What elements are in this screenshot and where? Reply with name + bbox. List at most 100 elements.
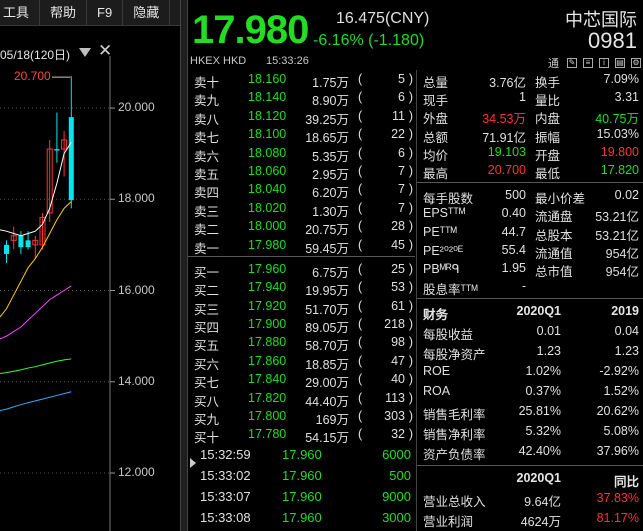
- market-currency: HKEX HKD: [190, 55, 247, 67]
- finance-header-col: 同比: [613, 475, 639, 490]
- book-order-count: 7: [398, 182, 405, 197]
- y-tick-label: 16.000: [118, 282, 155, 297]
- settings-icon[interactable]: ⚙: [631, 58, 641, 68]
- paren-close: ): [408, 261, 413, 276]
- finance-row: 每股收益 0.01 0.04: [417, 322, 643, 342]
- bid-row[interactable]: 买五 17.880 58.70万(98): [188, 333, 415, 353]
- close-icon[interactable]: ✕: [98, 42, 112, 59]
- last-price: 17.980: [192, 8, 309, 52]
- stat-value: 19.800: [600, 144, 639, 159]
- stat-value: 1: [519, 90, 526, 105]
- book-price: 17.840: [248, 372, 287, 387]
- menu-help[interactable]: 帮助: [40, 0, 88, 26]
- book-price: 18.140: [248, 90, 287, 105]
- finance-label: 每股净资产: [423, 348, 486, 363]
- bid-row[interactable]: 买二 17.940 19.95万(53): [188, 278, 415, 298]
- tick-row[interactable]: 15:33:08 17.960 3000: [188, 507, 415, 528]
- finance-row: 营业利润 4624万 81.17%: [417, 509, 643, 529]
- paren-close: ): [408, 108, 413, 123]
- ask-row[interactable]: 卖十 18.160 1.75万(5): [188, 70, 415, 90]
- book-price: 17.980: [248, 237, 287, 252]
- book-price: 17.900: [248, 317, 287, 332]
- paren-close: ): [408, 317, 413, 332]
- stat-value: 0.40: [501, 206, 526, 221]
- book-order-count: 98: [391, 335, 405, 350]
- book-order-count: 6: [398, 145, 405, 160]
- finance-value: 1.23: [536, 344, 561, 359]
- list-icon[interactable]: ≡: [583, 58, 593, 68]
- tick-row[interactable]: 15:32:59 17.960 6000: [188, 444, 415, 465]
- bid-row[interactable]: 买四 17.900 89.05万(218): [188, 315, 415, 335]
- paren-open: (: [358, 372, 363, 387]
- paren-open: (: [358, 127, 363, 142]
- paren-open: (: [358, 237, 363, 252]
- tick-row[interactable]: 15:33:07 17.960 9000: [188, 486, 415, 507]
- bid-row[interactable]: 买六 17.860 18.85万(47): [188, 352, 415, 372]
- paren-close: ): [408, 409, 413, 424]
- book-order-count: 25: [391, 261, 405, 276]
- paren-close: ): [408, 335, 413, 350]
- pane-divider[interactable]: [180, 0, 188, 531]
- chart-dropdown-icon[interactable]: [79, 48, 91, 57]
- bid-row[interactable]: 买八 17.820 44.40万(113): [188, 389, 415, 409]
- candle-body: [18, 235, 24, 248]
- finance-header-col: 2020Q1: [516, 471, 561, 486]
- ask-row[interactable]: 卖九 18.140 8.90万(6): [188, 88, 415, 108]
- paren-open: (: [358, 108, 363, 123]
- finance-header-label: 财务: [423, 308, 449, 323]
- ask-row[interactable]: 卖八 18.120 39.25万(11): [188, 107, 415, 127]
- ma-line-2: [0, 201, 72, 318]
- bid-row[interactable]: 买七 17.840 29.00万(40): [188, 370, 415, 390]
- paren-close: ): [408, 200, 413, 215]
- stat-row: PE²⁰²⁰ᴱ 55.4 流通值 954亿: [417, 241, 643, 261]
- tick-volume: 9000: [382, 489, 411, 504]
- bid-row[interactable]: 买一 17.960 6.75万(25): [188, 260, 415, 280]
- y-tick-label: 14.000: [118, 373, 155, 388]
- stat-label: 股息率ᵀᵀᴹ: [423, 283, 478, 298]
- stat-value: 17.820: [600, 162, 639, 177]
- ask-row[interactable]: 卖四 18.040 6.20万(7): [188, 180, 415, 200]
- ask-row[interactable]: 卖一 17.980 59.45万 (45): [188, 236, 415, 256]
- paren-close: ): [408, 390, 413, 405]
- ask-row[interactable]: 卖二 18.000 20.75万(28): [188, 217, 415, 237]
- stock-code: 0981: [588, 28, 637, 53]
- tick-price: 17.960: [282, 468, 322, 483]
- connect-label[interactable]: 通: [548, 55, 559, 71]
- kline-chart[interactable]: 05/18(120日) ✕ 20.700 20.000 18.000 16.00…: [0, 26, 180, 531]
- bid-row[interactable]: 买九 17.800 169万(303): [188, 407, 415, 427]
- ma-line-5: [0, 391, 72, 411]
- ask-row[interactable]: 卖三 18.020 1.30万(7): [188, 199, 415, 219]
- finance-value: 0.01: [536, 324, 561, 339]
- chart-icon[interactable]: ▤: [615, 58, 625, 68]
- finance-value: 4624万: [520, 515, 561, 530]
- book-price: 17.820: [248, 390, 287, 405]
- paren-open: (: [358, 72, 363, 86]
- stat-label: PE²⁰²⁰ᴱ: [423, 243, 464, 258]
- paren-open: (: [358, 182, 363, 197]
- paren-close: ): [408, 90, 413, 105]
- finance-value: 1.52%: [603, 384, 639, 399]
- info-icon[interactable]: i: [599, 58, 609, 68]
- menu-tools[interactable]: 工具: [0, 0, 41, 26]
- menu-hide[interactable]: 隐藏: [123, 0, 171, 26]
- finance-value: 37.96%: [596, 444, 639, 459]
- finance-value: -2.92%: [599, 364, 639, 379]
- paren-open: (: [358, 390, 363, 405]
- paren-close: ): [408, 372, 413, 387]
- finance-header: 2020Q1 同比: [417, 469, 643, 489]
- bid-row[interactable]: 买十 17.780 54.15万(32): [188, 425, 415, 445]
- book-order-count: 28: [391, 219, 405, 234]
- tick-row[interactable]: 15:33:02 17.960 500: [188, 465, 415, 486]
- menu-f9[interactable]: F9: [87, 0, 124, 26]
- book-price: 17.960: [248, 261, 287, 276]
- finance-label: ROE: [423, 364, 451, 379]
- ask-row[interactable]: 卖五 18.060 2.95万(7): [188, 162, 415, 182]
- book-order-count: 218: [384, 317, 405, 332]
- ask-row[interactable]: 卖六 18.080 5.35万(6): [188, 144, 415, 164]
- stat-row: PEᵀᵀᴹ 44.7 总股本 53.21亿: [417, 223, 643, 243]
- bid-row[interactable]: 买三 17.920 51.70万(61): [188, 297, 415, 317]
- ask-row[interactable]: 卖七 18.100 18.65万(22): [188, 125, 415, 145]
- reference-price: 16.475(CNY): [336, 10, 430, 27]
- edit-icon[interactable]: ✎: [567, 58, 577, 68]
- book-order-count: 113: [385, 390, 405, 405]
